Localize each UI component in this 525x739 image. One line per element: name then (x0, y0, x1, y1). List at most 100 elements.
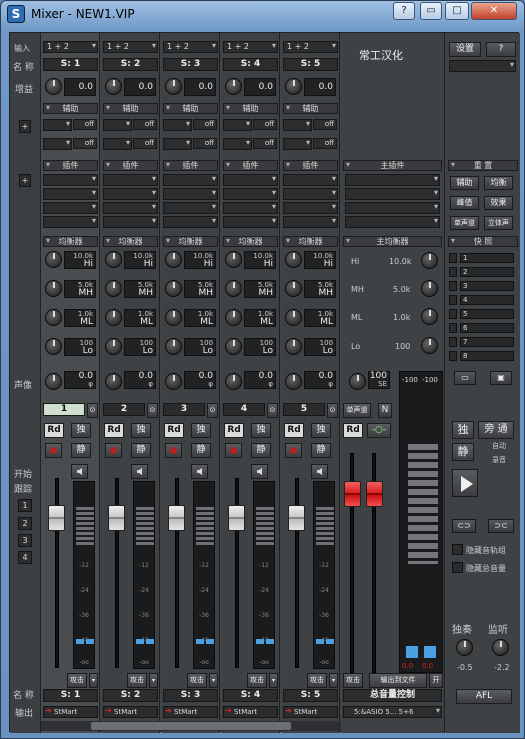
maximize-button[interactable]: □ (445, 2, 469, 20)
bypass-button[interactable]: 旁 通 (478, 421, 514, 439)
eq-hi-knob[interactable] (105, 251, 122, 268)
solo-button[interactable]: 独 (131, 423, 151, 438)
aux-send-2-off[interactable]: off (313, 138, 337, 149)
insert-slot-3[interactable] (163, 202, 218, 214)
help-button[interactable]: ? (486, 42, 516, 57)
channel-settings-icon[interactable]: ⊙ (207, 403, 218, 418)
insert-slot-2[interactable] (103, 188, 158, 200)
link-left-icon[interactable]: ⊂⊃ (452, 519, 476, 533)
insert-slot-1[interactable] (163, 174, 218, 186)
speaker-icon[interactable] (311, 464, 328, 479)
aux-send-2-select[interactable] (43, 138, 72, 150)
master-read-button[interactable]: Rd (343, 423, 363, 438)
eq-header[interactable]: 均衡器 (283, 236, 338, 247)
gain-knob[interactable] (165, 78, 182, 95)
gain-knob[interactable] (105, 78, 122, 95)
read-button[interactable]: Rd (44, 423, 64, 438)
aux-send-2-select[interactable] (103, 138, 132, 150)
master-fader-right[interactable] (366, 481, 383, 507)
channel-name-bottom[interactable]: S: 3 (163, 689, 218, 702)
attack-menu-icon[interactable]: ▾ (269, 673, 278, 688)
attack-menu-icon[interactable]: ▾ (149, 673, 158, 688)
insert-slot-4[interactable] (103, 216, 158, 228)
gain-knob[interactable] (225, 78, 242, 95)
snapshot-slot-4[interactable]: 4 (460, 295, 514, 305)
mono-button[interactable]: 单声道 (450, 216, 479, 230)
record-button[interactable] (105, 443, 122, 458)
pan-knob[interactable] (105, 373, 122, 390)
eq-mh-knob[interactable] (165, 280, 182, 297)
master-insert-slot-1[interactable] (345, 174, 440, 186)
aux-send-1-select[interactable] (163, 119, 192, 131)
read-button[interactable]: Rd (224, 423, 244, 438)
solo-button[interactable]: 独 (311, 423, 331, 438)
master-insert-slot-4[interactable] (345, 216, 440, 228)
attack-button[interactable]: 攻击 (307, 673, 327, 688)
record-button[interactable] (165, 443, 182, 458)
aux-send-1-off[interactable]: off (73, 119, 97, 130)
snapshot-header[interactable]: 快 照 (448, 236, 518, 247)
eq-lo-knob[interactable] (165, 338, 182, 355)
afl-button[interactable]: AFL (456, 689, 512, 704)
snapshot-slot-1[interactable]: 1 (460, 253, 514, 263)
insert-header[interactable]: 插件 (103, 160, 158, 171)
show-effect-button[interactable]: 效果 (484, 196, 513, 210)
master-attack-button[interactable]: 攻击 (343, 673, 363, 688)
eq-lo-knob[interactable] (225, 338, 242, 355)
insert-slot-3[interactable] (283, 202, 338, 214)
channel-settings-icon[interactable]: ⊙ (327, 403, 338, 418)
show-aux-button[interactable]: 辅助 (450, 176, 479, 190)
gain-knob[interactable] (285, 78, 302, 95)
minimize-button[interactable]: ▭ (420, 2, 442, 20)
output-select[interactable]: StMart (223, 706, 278, 718)
eq-hi-knob[interactable] (45, 251, 62, 268)
master-open-button[interactable]: 开 (429, 673, 443, 688)
group-button-1[interactable]: 1 (18, 499, 32, 512)
aux-header[interactable]: 辅助 (283, 103, 338, 114)
output-to-file-button[interactable]: 输出到文件 (369, 673, 427, 688)
input-select[interactable]: 1 + 2 (163, 41, 218, 53)
channel-number[interactable]: 4 (223, 403, 265, 416)
insert-slot-2[interactable] (43, 188, 98, 200)
aux-send-2-select[interactable] (283, 138, 312, 150)
attack-menu-icon[interactable]: ▾ (209, 673, 218, 688)
record-button[interactable] (285, 443, 302, 458)
insert-slot-2[interactable] (163, 188, 218, 200)
attack-menu-icon[interactable]: ▾ (329, 673, 338, 688)
channel-name[interactable]: S: 3 (163, 58, 218, 71)
overview-header[interactable]: 重 置 (448, 160, 518, 171)
output-select[interactable]: StMart (163, 706, 218, 718)
help-window-button[interactable]: ? (393, 2, 415, 20)
insert-slot-1[interactable] (283, 174, 338, 186)
mute-button[interactable]: 静 (71, 443, 91, 458)
speaker-icon[interactable] (71, 464, 88, 479)
hide-bus-checkbox[interactable] (452, 544, 463, 555)
aux-send-2-select[interactable] (163, 138, 192, 150)
eq-header[interactable]: 均衡器 (163, 236, 218, 247)
input-select[interactable]: 1 + 2 (43, 41, 98, 53)
insert-slot-4[interactable] (43, 216, 98, 228)
insert-slot-3[interactable] (223, 202, 278, 214)
eq-mh-knob[interactable] (45, 280, 62, 297)
insert-slot-4[interactable] (283, 216, 338, 228)
pan-knob[interactable] (165, 373, 182, 390)
aux-send-1-select[interactable] (103, 119, 132, 131)
volume-fader[interactable] (228, 505, 245, 531)
record-button[interactable] (45, 443, 62, 458)
output-select[interactable]: StMart (103, 706, 158, 718)
insert-header[interactable]: 插件 (223, 160, 278, 171)
volume-fader[interactable] (288, 505, 305, 531)
listen-level-knob[interactable] (492, 639, 509, 656)
aux-send-1-select[interactable] (223, 119, 252, 131)
master-insert-header[interactable]: 主插件 (343, 160, 442, 171)
right-panel-select[interactable] (449, 60, 516, 72)
snapshot-slot-2[interactable]: 2 (460, 267, 514, 277)
eq-mh-knob[interactable] (105, 280, 122, 297)
aux-send-2-off[interactable]: off (73, 138, 97, 149)
channel-name-bottom[interactable]: S: 2 (103, 689, 158, 702)
insert-slot-1[interactable] (103, 174, 158, 186)
mute-button[interactable]: 静 (251, 443, 271, 458)
pan-knob[interactable] (285, 373, 302, 390)
snapshot-checkbox-2[interactable] (449, 267, 457, 277)
snapshot-checkbox-4[interactable] (449, 295, 457, 305)
